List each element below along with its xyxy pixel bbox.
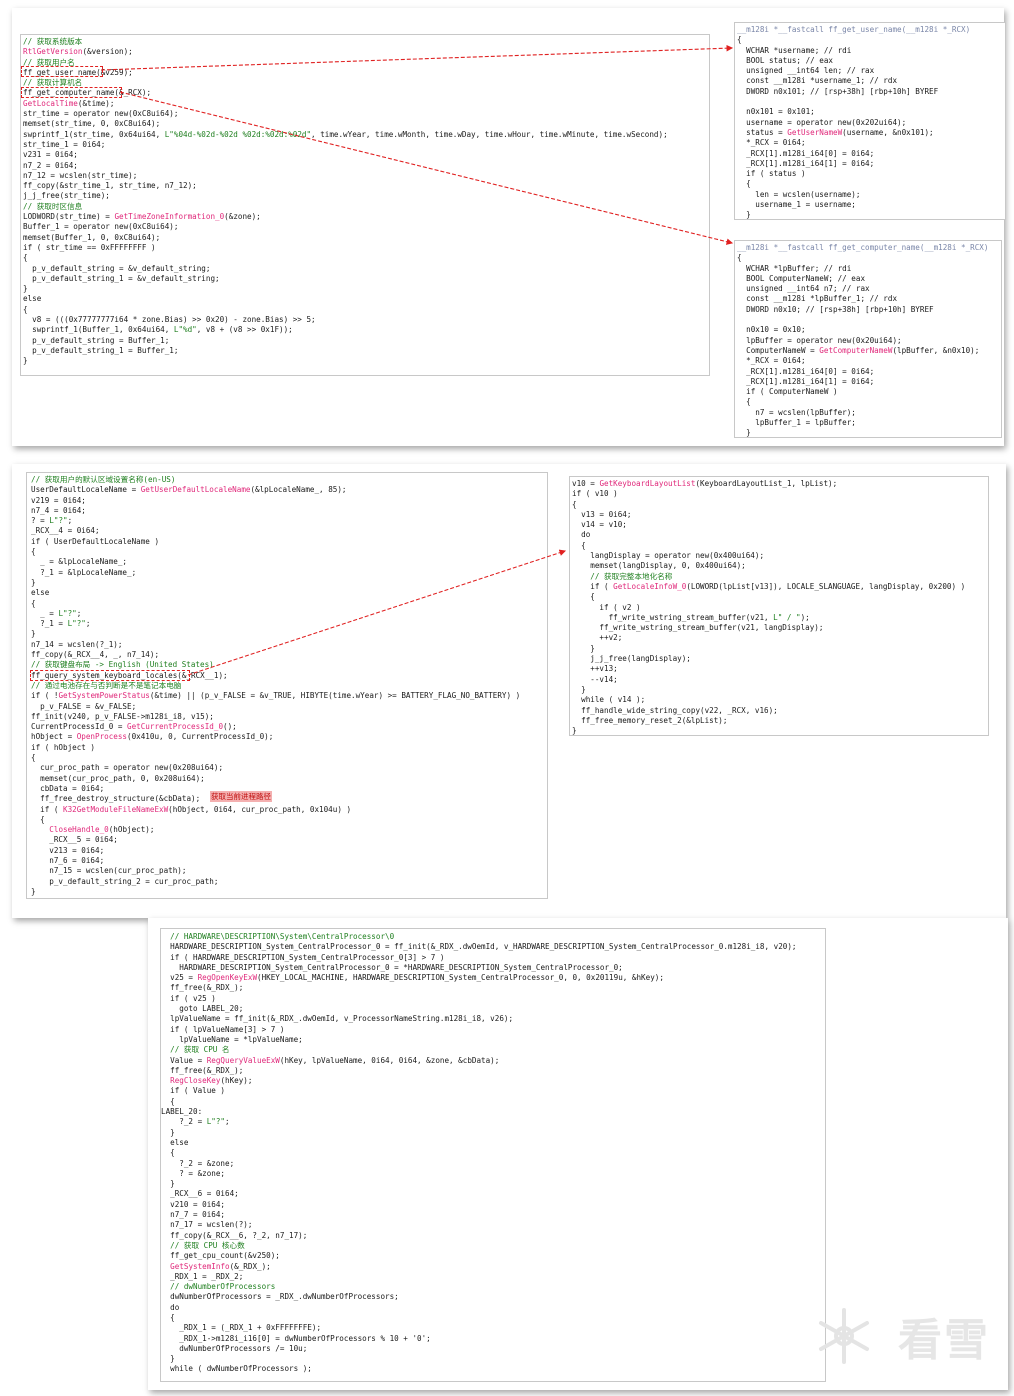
code-line: ff_free(&_RDX_); bbox=[161, 1065, 244, 1075]
code-line: // 获取 CPU 名 bbox=[161, 1045, 230, 1055]
screenshot-panel-2: // 获取用户的默认区域设置名称(en-US) UserDefaultLocal… bbox=[12, 464, 1006, 918]
arrows-shot1 bbox=[100, 44, 734, 245]
code-listing-cpu: // HARDWARE\DESCRIPTION\System\CentralPr… bbox=[161, 932, 796, 1375]
code-line: GetSystemInfo(&_RDX_); bbox=[170, 1261, 271, 1271]
code-line: _RDX_1 = (_RDX_1 + 0xFFFFFFFE); bbox=[161, 1323, 322, 1333]
code-line: } bbox=[161, 1179, 175, 1189]
code-line: n7_17 = wcslen(?); bbox=[161, 1220, 253, 1230]
code-line: ? = &zone; bbox=[161, 1168, 226, 1178]
code-line: if ( Value ) bbox=[161, 1086, 226, 1096]
code-line: HARDWARE_DESCRIPTION_System_CentralProce… bbox=[161, 942, 797, 952]
code-line: ff_get_cpu_count(&v250); bbox=[161, 1251, 280, 1261]
code-line: _RDX_1->m128i_i16[0] = dwNumberOfProcess… bbox=[161, 1333, 431, 1343]
screenshot-panel-1: // 获取系统版本 RtlGetVersion(&version); // 获取… bbox=[12, 8, 1006, 446]
code-line: { bbox=[161, 1312, 175, 1322]
code-line: Value = RegQueryValueExW(hKey, lpValueNa… bbox=[161, 1055, 500, 1065]
code-line: ?_2 = &zone; bbox=[161, 1158, 235, 1168]
code-line: } bbox=[161, 1127, 175, 1137]
code-line: _RDX_1 = _RDX_2; bbox=[161, 1271, 244, 1281]
code-line: dwNumberOfProcessors /= 10u; bbox=[161, 1343, 308, 1353]
code-line: else bbox=[161, 1137, 189, 1147]
code-line: // HARDWARE\DESCRIPTION\System\CentralPr… bbox=[161, 932, 395, 941]
code-line: ?_2 = L"?"; bbox=[161, 1117, 230, 1127]
code-line: _RCX__6 = 0i64; bbox=[161, 1189, 239, 1199]
code-line: if ( HARDWARE_DESCRIPTION_System_Central… bbox=[161, 952, 445, 962]
code-line: lpValueName = *lpValueName; bbox=[161, 1034, 303, 1044]
code-line: ff_copy(&_RCX__6, ?_2, n7_17); bbox=[161, 1230, 308, 1240]
arrows-shot2 bbox=[187, 549, 567, 676]
code-line: goto LABEL_20; bbox=[161, 1004, 244, 1014]
code-line: if ( v25 ) bbox=[161, 993, 216, 1003]
decompiler-cpu-pane: // HARDWARE\DESCRIPTION\System\CentralPr… bbox=[160, 928, 826, 1382]
code-line: dwNumberOfProcessors = _RDX_.dwNumberOfP… bbox=[161, 1292, 399, 1302]
code-line: LABEL_20: bbox=[161, 1107, 203, 1117]
code-line: HARDWARE_DESCRIPTION_System_CentralProce… bbox=[161, 962, 623, 972]
watermark-text: 看雪 bbox=[898, 1315, 990, 1366]
code-line: if ( lpValueName[3] > 7 ) bbox=[161, 1024, 285, 1034]
code-line: v210 = 0i64; bbox=[161, 1199, 226, 1209]
arrow-to-user-name bbox=[100, 44, 734, 71]
code-line: { bbox=[161, 1096, 175, 1106]
code-line: RegCloseKey(hKey); bbox=[170, 1076, 253, 1086]
code-line: do bbox=[161, 1302, 180, 1312]
screenshot-panel-3: // HARDWARE\DESCRIPTION\System\CentralPr… bbox=[148, 918, 1008, 1390]
code-line: } bbox=[161, 1354, 175, 1364]
code-line: { bbox=[161, 1148, 175, 1158]
snowflake-logo-icon bbox=[819, 1308, 869, 1364]
code-line: v25 = RegOpenKeyExW(HKEY_LOCAL_MACHINE, … bbox=[161, 973, 664, 983]
code-line: // 获取 CPU 核心数 bbox=[161, 1240, 245, 1250]
code-line: while ( dwNumberOfProcessors ); bbox=[161, 1364, 312, 1374]
code-line: ff_free(&_RDX_); bbox=[161, 983, 244, 993]
code-line: lpValueName = ff_init(&_RDX_.dwOemId, v_… bbox=[161, 1014, 514, 1024]
arrow-to-keyboard-layout bbox=[187, 549, 567, 676]
code-line: // dwNumberOfProcessors bbox=[161, 1282, 276, 1292]
code-line: n7_7 = 0i64; bbox=[161, 1210, 226, 1220]
arrow-to-computer-name bbox=[119, 91, 734, 245]
